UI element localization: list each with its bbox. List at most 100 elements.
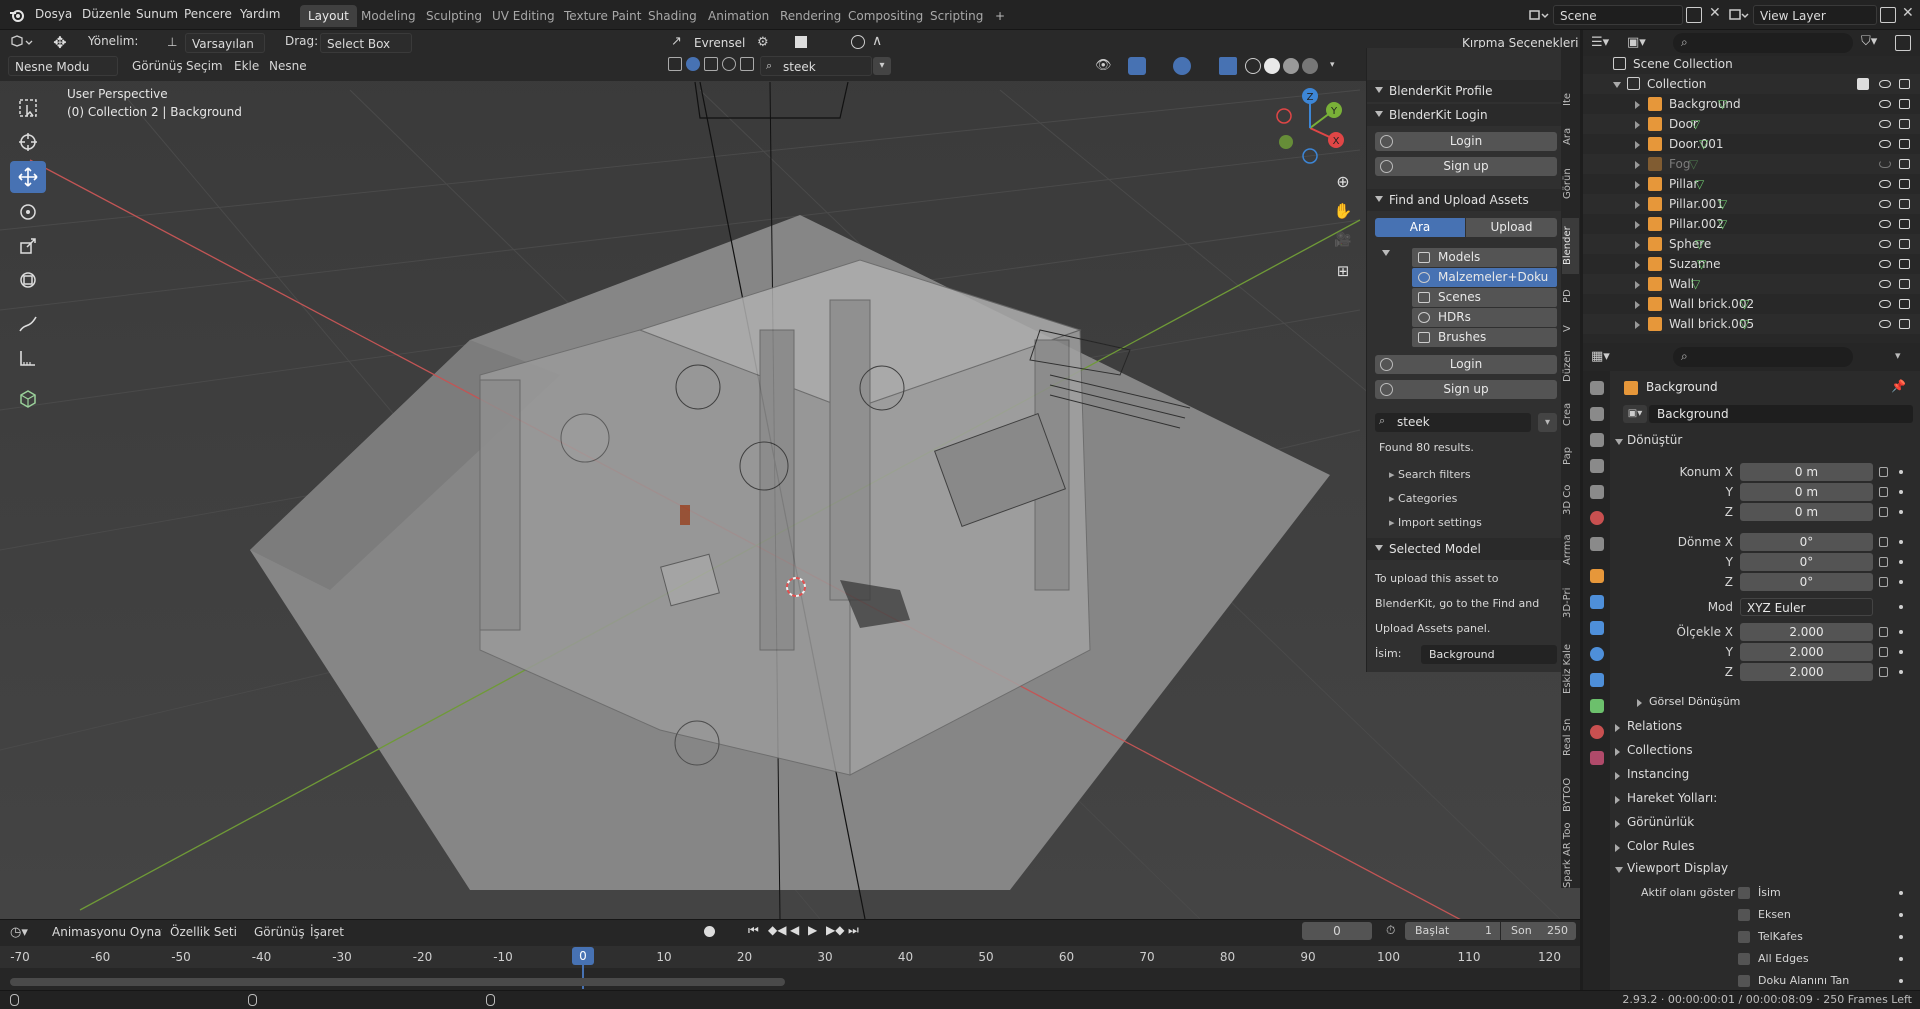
camera-icon[interactable] bbox=[1899, 199, 1910, 209]
properties-editor-icon[interactable]: ▦▾ bbox=[1591, 349, 1610, 364]
keyframe-dot[interactable] bbox=[1899, 935, 1903, 939]
asset-type-hdrs[interactable]: HDRs bbox=[1412, 308, 1557, 327]
outliner-item[interactable]: Pillar.001 ▽ bbox=[1583, 194, 1920, 214]
eye-icon[interactable] bbox=[1879, 300, 1891, 308]
overlays-toggle-icon[interactable] bbox=[1173, 57, 1191, 75]
side-tab-pd[interactable]: PD bbox=[1562, 282, 1579, 310]
expand-icon[interactable] bbox=[1635, 301, 1640, 309]
camera-icon[interactable] bbox=[1899, 179, 1910, 189]
keyframe-dot[interactable] bbox=[1899, 913, 1903, 917]
editor-type-icon[interactable] bbox=[8, 34, 38, 52]
keyframe-dot[interactable] bbox=[1899, 957, 1903, 961]
outliner-item[interactable]: Door ▽ bbox=[1583, 114, 1920, 134]
outliner-scene-collection[interactable]: Scene Collection bbox=[1583, 54, 1920, 74]
outliner-item[interactable]: Pillar.002 ▽ bbox=[1583, 214, 1920, 234]
asset-type-scenes[interactable]: Scenes bbox=[1412, 288, 1557, 307]
zoom-icon[interactable]: ⊕ bbox=[1332, 172, 1354, 194]
rotate-tool[interactable] bbox=[10, 196, 46, 228]
viewport-display-checkbox[interactable] bbox=[1738, 953, 1750, 965]
end-frame-field[interactable]: Son 250 bbox=[1501, 922, 1576, 940]
outliner-item[interactable]: Background ▽ bbox=[1583, 94, 1920, 114]
timeline-scrollbar[interactable] bbox=[10, 978, 785, 986]
collapsed-panel-header[interactable]: Color Rules bbox=[1627, 839, 1695, 853]
keyframe-dot[interactable] bbox=[1899, 510, 1903, 514]
section-blenderkit-login[interactable]: BlenderKit Login bbox=[1367, 104, 1562, 126]
snap-icon[interactable]: ⚙ bbox=[757, 35, 775, 51]
options-dropdown-icon[interactable]: ▾ bbox=[1895, 349, 1901, 362]
blenderkit-asset-type-icons[interactable] bbox=[668, 57, 756, 75]
camera-icon[interactable] bbox=[1899, 139, 1910, 149]
expand-icon[interactable] bbox=[1635, 221, 1640, 229]
mesh-data-icon[interactable]: ▽ bbox=[1695, 177, 1709, 191]
lock-icon[interactable] bbox=[1879, 467, 1888, 477]
new-view-layer-icon[interactable] bbox=[1880, 7, 1896, 23]
scene-name-field[interactable]: Scene bbox=[1553, 5, 1683, 25]
lock-icon[interactable] bbox=[1879, 507, 1888, 517]
delta-transform-expand-icon[interactable] bbox=[1637, 699, 1642, 707]
lock-icon[interactable] bbox=[1879, 557, 1888, 567]
playback-menu[interactable]: Animasyonu Oynat bbox=[46, 922, 162, 942]
keyframe-dot[interactable] bbox=[1899, 630, 1903, 634]
menu-object[interactable]: Nesne bbox=[269, 59, 307, 73]
expand-icon[interactable] bbox=[1635, 121, 1640, 129]
rotation-x-field[interactable]: 0° bbox=[1740, 533, 1873, 551]
lock-icon[interactable] bbox=[1879, 627, 1888, 637]
tool-tab-icon[interactable] bbox=[1590, 381, 1604, 395]
blender-logo-icon[interactable] bbox=[9, 7, 25, 23]
lock-icon[interactable] bbox=[1879, 647, 1888, 657]
delta-transform-header[interactable]: Görsel Dönüşüm bbox=[1649, 695, 1740, 708]
eye-icon[interactable] bbox=[1879, 180, 1891, 188]
outliner-item[interactable]: Wall brick.005 ▽ bbox=[1583, 314, 1920, 334]
side-tab-bytoo[interactable]: BYTOO bbox=[1562, 770, 1579, 820]
keyframe-dot[interactable] bbox=[1899, 605, 1903, 609]
side-tab-v[interactable]: V bbox=[1562, 318, 1579, 340]
clock-icon[interactable]: ⏱ bbox=[1386, 923, 1395, 938]
scale-z-field[interactable]: 2.000 bbox=[1740, 663, 1873, 681]
camera-icon[interactable] bbox=[1899, 299, 1910, 309]
shading-solid-icon[interactable] bbox=[1264, 58, 1280, 74]
search-settings-icon[interactable]: ▾ bbox=[873, 57, 891, 75]
select-box-tool[interactable] bbox=[10, 92, 46, 124]
signup-button-2[interactable]: Sign up bbox=[1375, 380, 1557, 399]
search-tab-button[interactable]: Ara bbox=[1375, 218, 1465, 237]
camera-icon[interactable] bbox=[1899, 279, 1910, 289]
collapsed-panel-header[interactable]: Görünürlük bbox=[1627, 815, 1694, 829]
falloff-icon[interactable]: ∧ bbox=[872, 33, 890, 51]
mesh-data-icon[interactable]: ▽ bbox=[1718, 97, 1732, 111]
viewport-3d[interactable]: ✥ Yönelim: ⊥ Varsayılan Drag: Select Box… bbox=[0, 30, 1580, 919]
section-selected-model[interactable]: Selected Model bbox=[1367, 538, 1562, 560]
side-tab-search[interactable]: Ara bbox=[1562, 120, 1579, 152]
rotation-y-field[interactable]: 0° bbox=[1740, 553, 1873, 571]
tab-rendering[interactable]: Rendering bbox=[772, 5, 849, 27]
display-mode-icon[interactable]: ▣▾ bbox=[1627, 35, 1653, 51]
lock-icon[interactable] bbox=[1879, 487, 1888, 497]
mesh-data-icon[interactable]: ▽ bbox=[1695, 237, 1709, 251]
expand-icon[interactable] bbox=[1613, 82, 1621, 88]
visibility-selectability-icon[interactable]: 👁 bbox=[1095, 58, 1119, 74]
scale-tool[interactable] bbox=[10, 230, 46, 262]
add-workspace-button[interactable]: + bbox=[987, 5, 1013, 27]
asset-name-input[interactable]: Background bbox=[1421, 645, 1557, 664]
section-find-upload-assets[interactable]: Find and Upload Assets bbox=[1367, 189, 1562, 211]
expand-icon[interactable] bbox=[1635, 281, 1640, 289]
new-collection-icon[interactable] bbox=[1895, 35, 1911, 51]
mesh-data-icon[interactable]: ▽ bbox=[1689, 157, 1703, 171]
scale-x-field[interactable]: 2.000 bbox=[1740, 623, 1873, 641]
delete-view-layer-icon[interactable]: ✕ bbox=[1902, 5, 1916, 23]
viewport-display-checkbox[interactable] bbox=[1738, 931, 1750, 943]
pin-icon[interactable]: 📌 bbox=[1891, 379, 1906, 393]
keyframe-dot[interactable] bbox=[1899, 979, 1903, 983]
prev-keyframe-icon[interactable]: ◆◀ bbox=[768, 923, 786, 937]
xray-toggle-icon[interactable] bbox=[1219, 57, 1237, 75]
asset-type-expand-icon[interactable] bbox=[1382, 250, 1390, 256]
asset-search-input[interactable]: steek bbox=[1375, 413, 1531, 432]
panel-expand-icon[interactable] bbox=[1615, 820, 1620, 828]
move-tool[interactable] bbox=[10, 161, 46, 193]
signup-button[interactable]: Sign up bbox=[1375, 157, 1557, 176]
menu-yardim[interactable]: Yardım bbox=[240, 7, 280, 21]
keyframe-dot[interactable] bbox=[1899, 580, 1903, 584]
orientation-dropdown[interactable]: Varsayılan bbox=[185, 33, 265, 53]
transform-panel-header[interactable]: Dönüştür bbox=[1627, 433, 1682, 447]
camera-icon[interactable] bbox=[1899, 119, 1910, 129]
outliner-item[interactable]: Wall ▽ bbox=[1583, 274, 1920, 294]
